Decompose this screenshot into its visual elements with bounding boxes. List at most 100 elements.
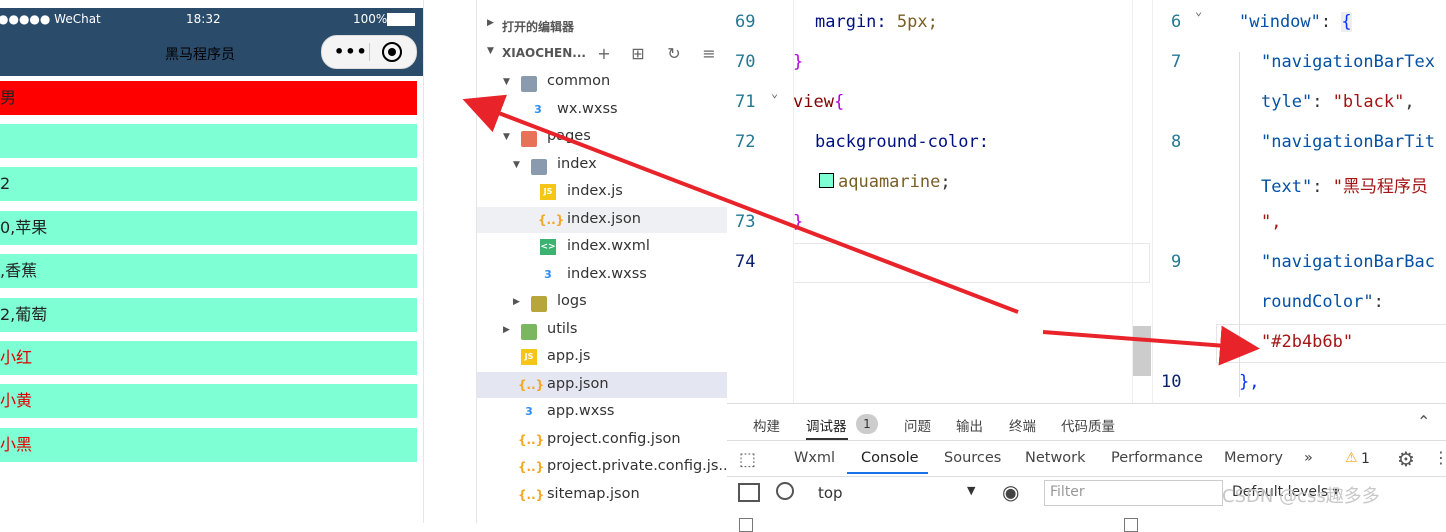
code-line: "navigationBarTit <box>1261 132 1435 152</box>
divider <box>727 476 1446 477</box>
warning-count: 1 <box>1361 451 1370 467</box>
gear-icon[interactable]: ⚙ <box>1397 447 1415 471</box>
code-line: }, <box>1239 372 1260 392</box>
tree-folder-index[interactable]: ▼ index <box>477 152 727 178</box>
json-file-icon: {..} <box>538 213 565 227</box>
open-editors-header[interactable]: ▶ 打开的编辑器 <box>477 14 727 40</box>
tree-file-project-private-config[interactable]: {..} project.private.config.js... <box>477 454 732 480</box>
json-file-icon: {..} <box>518 488 545 502</box>
tree-file-app-wxss[interactable]: 3 app.wxss <box>477 399 727 425</box>
collapse-icon[interactable]: ≡ <box>700 45 718 63</box>
refresh-icon[interactable]: ↻ <box>665 45 683 63</box>
tab-output[interactable]: 输出 <box>956 415 983 435</box>
tree-folder-common[interactable]: ▼ common <box>477 69 727 95</box>
clock: 18:32 <box>186 12 221 26</box>
list-item: 小黑 <box>0 428 417 462</box>
tab-wxml[interactable]: Wxml <box>794 450 835 466</box>
tab-console[interactable]: Console <box>861 450 919 466</box>
line-number: 73 <box>735 212 756 232</box>
checkbox[interactable] <box>1124 518 1138 532</box>
simulator: ●●●●● WeChat 18:32 100% 黑马程序员 ••• 男 2 0,… <box>0 0 423 523</box>
active-tab-indicator <box>847 472 928 474</box>
line-number: 9 <box>1171 252 1182 272</box>
chevron-right-icon: ▶ <box>513 297 520 307</box>
divider <box>423 0 424 523</box>
close-target-icon[interactable] <box>382 42 402 62</box>
tree-file-wx-wxss[interactable]: 3 wx.wxss <box>477 97 727 123</box>
tree-file-sitemap[interactable]: {..} sitemap.json <box>477 482 727 508</box>
sidebar-toggle-icon[interactable] <box>738 483 760 502</box>
divider <box>727 440 1446 441</box>
tree-folder-logs[interactable]: ▶ logs <box>477 289 727 315</box>
code-line: "navigationBarTex <box>1261 52 1435 72</box>
chevron-up-icon[interactable]: ⌃ <box>1417 412 1430 431</box>
code-line: tyle": "black", <box>1261 92 1415 112</box>
code-line: roundColor": <box>1261 292 1384 312</box>
utils-folder-icon <box>521 324 537 340</box>
tree-file-project-config[interactable]: {..} project.config.json <box>477 427 727 453</box>
chevron-down-icon: ▼ <box>503 132 510 142</box>
code-line: aquamarine; <box>819 172 951 192</box>
json-file-icon: {..} <box>518 378 545 392</box>
line-number: 8 <box>1171 132 1182 152</box>
tree-folder-pages[interactable]: ▼ pages <box>477 124 727 150</box>
tab-terminal[interactable]: 终端 <box>1009 415 1036 435</box>
clear-console-icon[interactable] <box>776 482 794 500</box>
code-editor-wxss[interactable]: 69 margin: 5px; 70 } 71 ⌄ view{ 72 backg… <box>727 0 1150 403</box>
tree-file-index-json[interactable]: {..} index.json <box>477 207 727 233</box>
tab-performance[interactable]: Performance <box>1111 450 1203 466</box>
new-folder-icon[interactable]: ⊞ <box>629 45 647 63</box>
list-item: 男 <box>0 81 417 115</box>
tab-memory[interactable]: Memory <box>1224 450 1283 466</box>
line-number: 10 <box>1161 372 1182 392</box>
chevron-down-icon[interactable]: ▼ <box>967 484 975 497</box>
tree-file-app-js[interactable]: JS app.js <box>477 344 727 370</box>
tab-network[interactable]: Network <box>1025 450 1086 466</box>
inspect-element-icon[interactable]: ⬚ <box>739 449 756 470</box>
code-editor-app-json[interactable]: 6 ⌄ "window": { 7 "navigationBarTex tyle… <box>1152 0 1446 403</box>
filter-input[interactable]: Filter <box>1044 480 1223 506</box>
warning-icon[interactable]: ⚠ <box>1345 450 1358 466</box>
more-dots-icon[interactable]: ••• <box>334 42 368 61</box>
kebab-menu-icon[interactable]: ⋮ <box>1433 448 1446 467</box>
line-number: 70 <box>735 52 756 72</box>
context-select[interactable]: top <box>818 484 843 502</box>
tree-file-app-json[interactable]: {..} app.json <box>477 372 727 398</box>
chevron-down-icon: ▼ <box>513 160 520 170</box>
tab-build[interactable]: 构建 <box>753 415 780 435</box>
logs-folder-icon <box>531 296 547 312</box>
more-tabs-icon[interactable]: » <box>1304 450 1313 466</box>
code-line: view{ <box>793 92 845 112</box>
line-number: 71 <box>735 92 756 112</box>
list-item: 0,苹果 <box>0 211 417 245</box>
code-line: "#2b4b6b" <box>1261 332 1354 352</box>
tree-file-index-js[interactable]: JS index.js <box>477 179 727 205</box>
watermark: CSDN @css趣多多 <box>1222 486 1380 507</box>
tab-debugger[interactable]: 调试器 <box>806 415 847 435</box>
fold-chevron-icon[interactable]: ⌄ <box>1195 4 1202 18</box>
tab-problems[interactable]: 问题 <box>904 415 931 435</box>
fold-chevron-icon[interactable]: ⌄ <box>771 86 778 100</box>
navigation-bar: 黑马程序员 ••• <box>0 30 423 76</box>
chevron-right-icon: ▶ <box>503 325 510 335</box>
tab-code-quality[interactable]: 代码质量 <box>1061 415 1115 435</box>
battery-label: 100% <box>353 12 388 26</box>
json-file-icon: {..} <box>518 460 545 474</box>
js-file-icon: JS <box>540 184 556 200</box>
color-swatch-icon <box>819 173 834 188</box>
capsule-menu[interactable]: ••• <box>321 35 417 69</box>
new-file-icon[interactable]: + <box>595 45 613 63</box>
tree-file-index-wxml[interactable]: <> index.wxml <box>477 234 727 260</box>
eye-icon[interactable]: ◉ <box>1002 480 1019 504</box>
js-file-icon: JS <box>521 349 537 365</box>
tree-file-index-wxss[interactable]: 3 index.wxss <box>477 262 727 288</box>
folder-icon <box>521 76 537 92</box>
battery-icon <box>387 13 415 26</box>
list-item <box>0 124 417 158</box>
split-sash[interactable] <box>1133 326 1151 376</box>
tab-sources[interactable]: Sources <box>944 450 1001 466</box>
tree-folder-utils[interactable]: ▶ utils <box>477 317 727 343</box>
list-item: 2 <box>0 167 417 201</box>
debugger-badge: 1 <box>856 414 878 434</box>
checkbox[interactable] <box>739 518 753 532</box>
